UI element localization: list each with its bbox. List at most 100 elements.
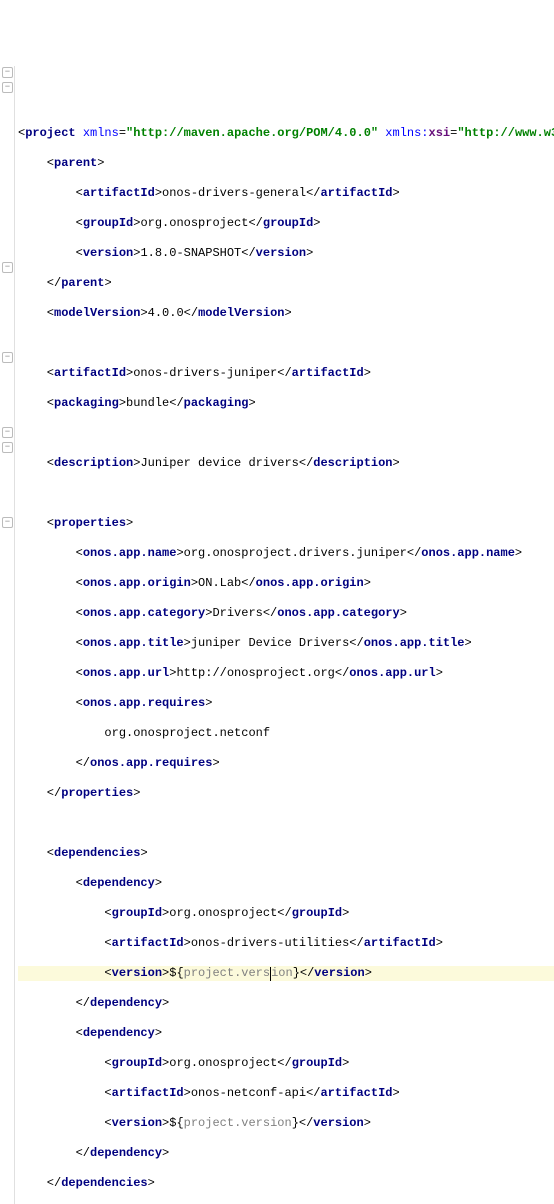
code-line: <groupId>org.onosproject</groupId> bbox=[18, 906, 554, 921]
tag-properties: properties bbox=[54, 516, 126, 530]
attr-prefix: xmlns: bbox=[385, 126, 428, 140]
code-line: <properties> bbox=[18, 516, 554, 531]
tag-groupId: groupId bbox=[83, 216, 133, 230]
attr-xmlns: xmlns bbox=[83, 126, 119, 140]
code-line: <onos.app.url>http://onosproject.org</on… bbox=[18, 666, 554, 681]
el-open: ${ bbox=[169, 966, 183, 980]
highlighted-line: <version>${project.version}</version> bbox=[18, 966, 554, 981]
app-title: juniper Device Drivers bbox=[191, 636, 349, 650]
code-line: </dependency> bbox=[18, 996, 554, 1011]
tag-close: groupId bbox=[292, 906, 342, 920]
tag-close: version bbox=[314, 966, 364, 980]
dep2-artifactId: onos-netconf-api bbox=[191, 1086, 306, 1100]
artifactId: onos-drivers-juniper bbox=[133, 366, 277, 380]
tag-close: groupId bbox=[263, 216, 313, 230]
code-line bbox=[18, 336, 554, 351]
tag-artifactId: artifactId bbox=[112, 1086, 184, 1100]
code-line: <description>Juniper device drivers</des… bbox=[18, 456, 554, 471]
code-line: <version>${project.version}</version> bbox=[18, 1116, 554, 1131]
tag-version: version bbox=[83, 246, 133, 260]
tag-app-requires: onos.app.requires bbox=[83, 696, 205, 710]
el-mid2: ion bbox=[271, 966, 293, 980]
code-line: <project xmlns="http://maven.apache.org/… bbox=[18, 126, 554, 141]
fold-gutter: − − − − − − − bbox=[0, 66, 15, 1204]
code-line: <onos.app.title>juniper Device Drivers</… bbox=[18, 636, 554, 651]
parent-groupId: org.onosproject bbox=[140, 216, 248, 230]
tag-modelVersion: modelVersion bbox=[54, 306, 140, 320]
caret-icon bbox=[270, 967, 271, 981]
tag-artifactId: artifactId bbox=[83, 186, 155, 200]
tag-app-origin: onos.app.origin bbox=[83, 576, 191, 590]
tag-close: dependency bbox=[90, 1146, 162, 1160]
fold-icon[interactable]: − bbox=[2, 427, 13, 438]
tag-dependency: dependency bbox=[83, 876, 155, 890]
code-line: </dependency> bbox=[18, 1146, 554, 1161]
code-line bbox=[18, 816, 554, 831]
tag-app-url: onos.app.url bbox=[83, 666, 169, 680]
code-line: <groupId>org.onosproject</groupId> bbox=[18, 216, 554, 231]
tag-close: groupId bbox=[292, 1056, 342, 1070]
code-line: <artifactId>onos-drivers-utilities</arti… bbox=[18, 936, 554, 951]
parent-version: 1.8.0-SNAPSHOT bbox=[140, 246, 241, 260]
tag-close: properties bbox=[61, 786, 133, 800]
code-line: <onos.app.name>org.onosproject.drivers.j… bbox=[18, 546, 554, 561]
code-line: </properties> bbox=[18, 786, 554, 801]
app-name: org.onosproject.drivers.juniper bbox=[184, 546, 407, 560]
code-area[interactable]: <project xmlns="http://maven.apache.org/… bbox=[16, 111, 554, 1204]
xml-editor[interactable]: − − − − − − − <project xmlns="http://mav… bbox=[0, 60, 554, 1204]
tag-parent: parent bbox=[54, 156, 97, 170]
el-open: ${ bbox=[169, 1116, 183, 1130]
code-line: <parent> bbox=[18, 156, 554, 171]
code-line: <packaging>bundle</packaging> bbox=[18, 396, 554, 411]
el-mid: project.vers bbox=[184, 966, 270, 980]
tag-close: onos.app.requires bbox=[90, 756, 212, 770]
tag-close: version bbox=[256, 246, 306, 260]
fold-icon[interactable]: − bbox=[2, 262, 13, 273]
tag-groupId: groupId bbox=[112, 906, 162, 920]
description: Juniper device drivers bbox=[140, 456, 298, 470]
packaging: bundle bbox=[126, 396, 169, 410]
tag-close: onos.app.origin bbox=[256, 576, 364, 590]
tag-close: version bbox=[313, 1116, 363, 1130]
tag-app-name: onos.app.name bbox=[83, 546, 177, 560]
tag-dependencies: dependencies bbox=[54, 846, 140, 860]
tag-close: dependencies bbox=[61, 1176, 147, 1190]
tag-groupId: groupId bbox=[112, 1056, 162, 1070]
tag-close: onos.app.name bbox=[421, 546, 515, 560]
tag-packaging: packaging bbox=[54, 396, 119, 410]
tag-close: onos.app.title bbox=[364, 636, 465, 650]
code-line: </parent> bbox=[18, 276, 554, 291]
parent-artifactId: onos-drivers-general bbox=[162, 186, 306, 200]
code-line: <artifactId>onos-drivers-general</artifa… bbox=[18, 186, 554, 201]
el-close: } bbox=[293, 966, 300, 980]
code-line: <onos.app.category>Drivers</onos.app.cat… bbox=[18, 606, 554, 621]
tag-close: dependency bbox=[90, 996, 162, 1010]
fold-icon[interactable]: − bbox=[2, 82, 13, 93]
app-origin: ON.Lab bbox=[198, 576, 241, 590]
fold-icon[interactable]: − bbox=[2, 352, 13, 363]
code-line: <dependencies> bbox=[18, 846, 554, 861]
app-category: Drivers bbox=[212, 606, 262, 620]
xsi-value: http://www.w3.o bbox=[465, 126, 554, 140]
code-line: </dependencies> bbox=[18, 1176, 554, 1191]
code-line bbox=[18, 486, 554, 501]
tag-close: artifactId bbox=[320, 1086, 392, 1100]
code-line: <onos.app.requires> bbox=[18, 696, 554, 711]
tag-dependency: dependency bbox=[83, 1026, 155, 1040]
app-requires: org.onosproject.netconf bbox=[104, 726, 270, 740]
tag-close: artifactId bbox=[292, 366, 364, 380]
el-close: } bbox=[292, 1116, 299, 1130]
code-line: org.onosproject.netconf bbox=[18, 726, 554, 741]
tag-close: artifactId bbox=[364, 936, 436, 950]
fold-icon[interactable]: − bbox=[2, 67, 13, 78]
tag-close: description bbox=[313, 456, 392, 470]
el-mid: project.version bbox=[184, 1116, 292, 1130]
modelVersion: 4.0.0 bbox=[148, 306, 184, 320]
tag-close: artifactId bbox=[320, 186, 392, 200]
tag-version: version bbox=[112, 966, 162, 980]
tag-artifactId: artifactId bbox=[54, 366, 126, 380]
tag-version: version bbox=[112, 1116, 162, 1130]
fold-icon[interactable]: − bbox=[2, 442, 13, 453]
fold-icon[interactable]: − bbox=[2, 517, 13, 528]
tag-close: onos.app.url bbox=[349, 666, 435, 680]
